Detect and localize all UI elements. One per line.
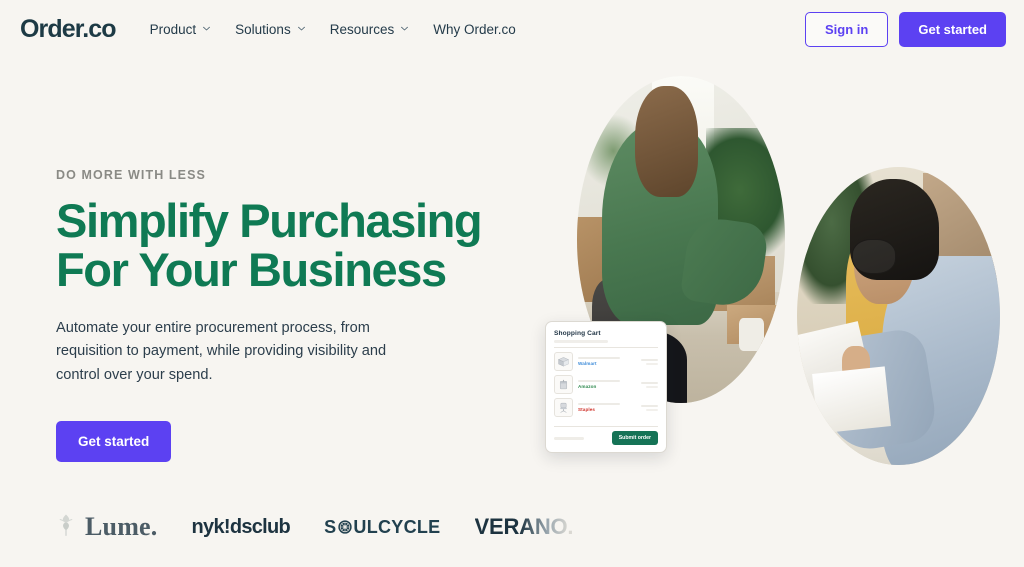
placeholder-bar bbox=[641, 381, 658, 384]
package-icon bbox=[554, 375, 573, 394]
placeholder-bar bbox=[554, 436, 584, 440]
brand-logo-nykidsclub-label: nyk!dsclub bbox=[191, 515, 291, 538]
divider bbox=[554, 426, 658, 427]
glasses-shape bbox=[851, 238, 897, 275]
cart-item-meta: Walmart bbox=[578, 357, 636, 366]
chevron-down-icon bbox=[400, 24, 409, 33]
nav-item-resources[interactable]: Resources bbox=[330, 22, 410, 37]
nav-item-solutions[interactable]: Solutions bbox=[235, 22, 306, 37]
site-logo[interactable]: Order.co bbox=[20, 15, 117, 44]
headline-line-2: For Your Business bbox=[56, 243, 447, 297]
get-started-button-nav[interactable]: Get started bbox=[899, 11, 1006, 47]
paper-shape bbox=[812, 365, 892, 433]
chevron-down-icon bbox=[297, 24, 306, 33]
cart-item-vendor: Staples bbox=[578, 407, 596, 412]
placeholder-bar bbox=[578, 380, 620, 382]
customer-logo-strip: Lume. nyk!dsclub S ULCYCLE VERANO. bbox=[56, 503, 576, 551]
cart-item-list: Walmart Amazon Staples bbox=[554, 351, 658, 423]
submit-order-button[interactable]: Submit order bbox=[611, 431, 658, 445]
shopping-cart-card: Shopping Cart Walmart Amazon Staples Sub… bbox=[545, 321, 667, 453]
cart-item-meta: Staples bbox=[578, 403, 636, 412]
cart-item-vendor: Walmart bbox=[578, 361, 597, 366]
nav-item-product-label: Product bbox=[149, 21, 197, 37]
hero-text-block: DO MORE WITH LESS Simplify Purchasing Fo… bbox=[56, 168, 526, 462]
placeholder-bar bbox=[578, 357, 620, 359]
mug-shape bbox=[739, 317, 765, 351]
hero-subcopy: Automate your entire procurement process… bbox=[56, 319, 387, 383]
cart-footer: Submit order bbox=[554, 426, 658, 445]
placeholder-bar bbox=[641, 404, 658, 407]
nav-item-resources-label: Resources bbox=[329, 21, 395, 37]
brand-logo-verano-label: VERANO. bbox=[474, 514, 574, 539]
cart-item-row[interactable]: Walmart bbox=[554, 351, 658, 372]
hair-shape bbox=[635, 85, 698, 197]
get-started-button-hero[interactable]: Get started bbox=[56, 420, 172, 462]
brand-logo-soulcycle-label-part2: ULCYCLE bbox=[353, 516, 441, 537]
cart-item-price bbox=[641, 381, 658, 388]
hero-eyebrow: DO MORE WITH LESS bbox=[56, 168, 206, 182]
cart-item-row[interactable]: Staples bbox=[554, 397, 658, 418]
divider bbox=[554, 347, 658, 348]
leaf-icon bbox=[56, 512, 76, 542]
placeholder-bar bbox=[578, 403, 620, 405]
brand-logo-lume-label: Lume. bbox=[85, 512, 158, 541]
cart-item-vendor: Amazon bbox=[578, 384, 597, 389]
placeholder-bar bbox=[646, 408, 658, 411]
nav-item-solutions-label: Solutions bbox=[235, 21, 291, 37]
nav-item-product[interactable]: Product bbox=[150, 22, 212, 37]
wheel-icon bbox=[337, 519, 353, 535]
brand-logo-lume: Lume. bbox=[56, 512, 158, 542]
sign-in-button[interactable]: Sign in bbox=[805, 11, 889, 47]
box-icon bbox=[554, 352, 573, 371]
headline-line-1: Simplify Purchasing bbox=[56, 194, 483, 247]
brand-logo-soulcycle: S ULCYCLE bbox=[324, 517, 440, 538]
nav-item-why-order-label: Why Order.co bbox=[433, 21, 516, 37]
primary-nav-links: Product Solutions Resources Why Order.co bbox=[150, 22, 516, 37]
cart-item-price bbox=[641, 404, 658, 411]
cart-total-row: Submit order bbox=[554, 431, 658, 445]
placeholder-bar bbox=[554, 340, 609, 343]
chevron-down-icon bbox=[202, 24, 211, 33]
brand-logo-verano: VERANO. bbox=[475, 514, 574, 540]
cart-item-price bbox=[641, 358, 658, 365]
shopping-cart-title: Shopping Cart bbox=[554, 330, 601, 337]
page-title: Simplify Purchasing For Your Business bbox=[56, 196, 526, 295]
cart-item-meta: Amazon bbox=[578, 380, 636, 389]
top-navigation-bar: Order.co Product Solutions Resources Why… bbox=[0, 0, 1024, 58]
nav-actions: Sign in Get started bbox=[805, 11, 1006, 47]
placeholder-bar bbox=[646, 385, 658, 388]
hero-photo-man bbox=[797, 167, 1000, 465]
brand-logo-nykidsclub: nyk!dsclub bbox=[192, 516, 291, 539]
placeholder-bar bbox=[646, 362, 658, 365]
photo-man-scene bbox=[797, 167, 1000, 465]
brand-logo-soulcycle-label-part1: S bbox=[324, 516, 337, 537]
placeholder-bar bbox=[641, 358, 658, 361]
cart-item-row[interactable]: Amazon bbox=[554, 374, 658, 395]
landing-page: Order.co Product Solutions Resources Why… bbox=[0, 0, 1024, 567]
office-chair-icon bbox=[554, 398, 573, 417]
nav-item-why-order[interactable]: Why Order.co bbox=[433, 22, 516, 37]
